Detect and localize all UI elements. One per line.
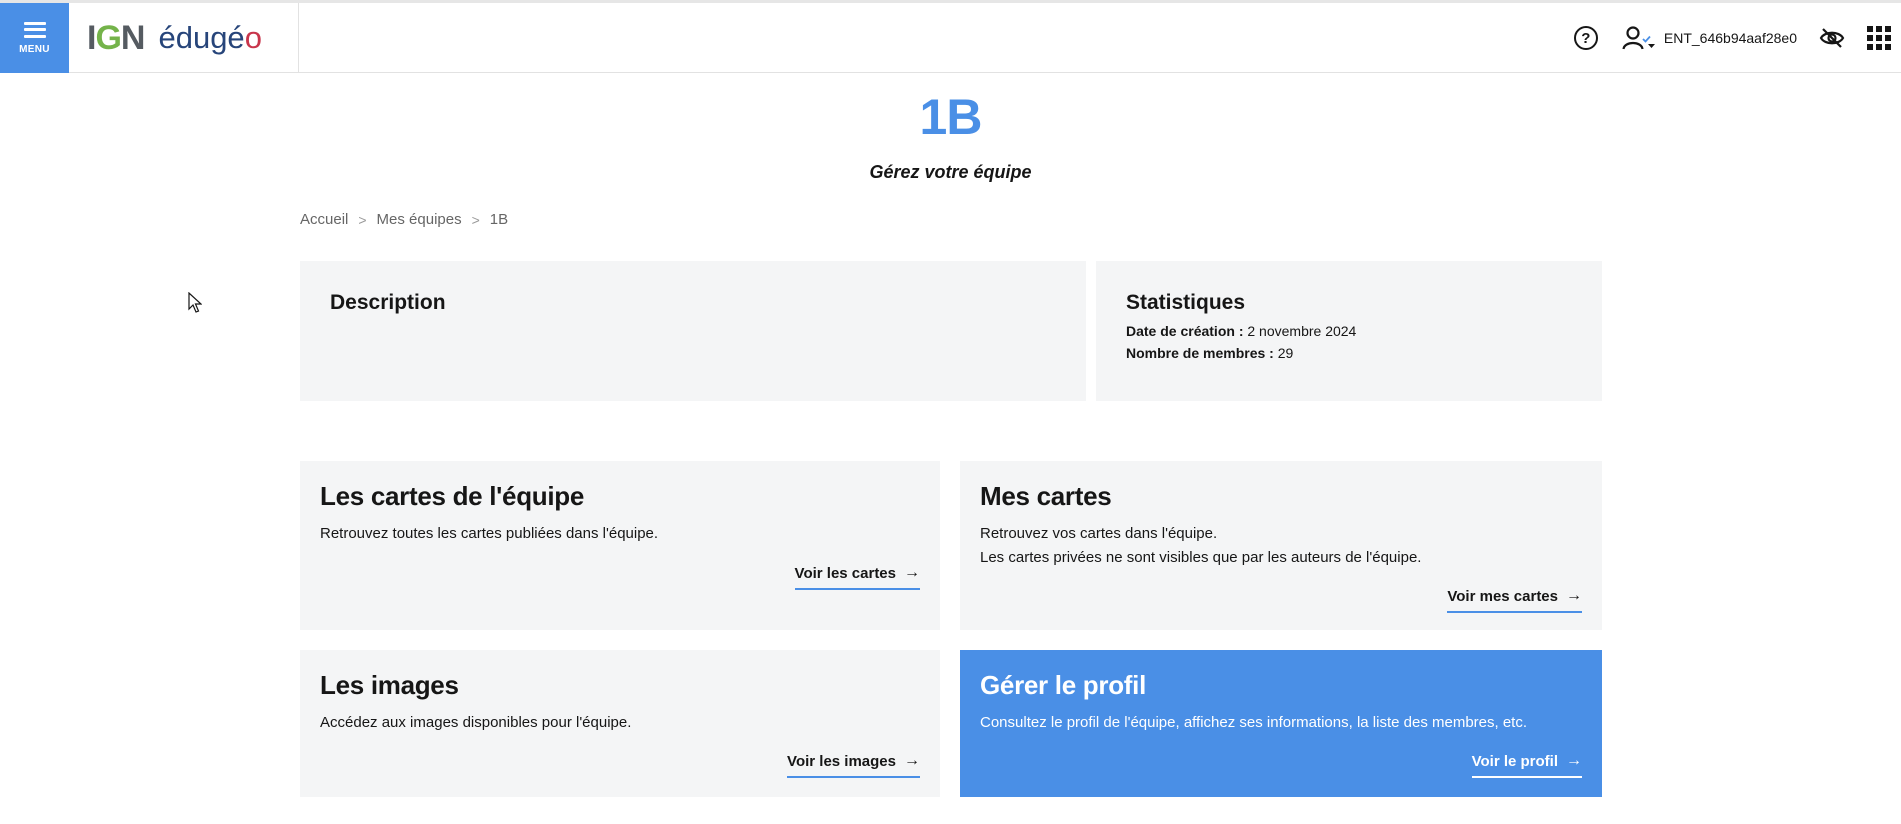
mouse-cursor-icon <box>188 292 202 313</box>
arrow-right-icon: → <box>904 564 920 581</box>
card-text: Accédez aux images disponibles pour l'éq… <box>320 714 632 731</box>
link-label: Voir les cartes <box>794 564 896 582</box>
members-count-value: 29 <box>1277 345 1294 361</box>
my-maps-card: Mes cartes Retrouvez vos cartes dans l'é… <box>960 461 1602 630</box>
members-count-row: Nombre de membres : 29 <box>1126 345 1572 361</box>
page-subtitle: Gérez votre équipe <box>869 162 1032 182</box>
card-text: Consultez le profil de l'équipe, affiche… <box>980 714 1528 731</box>
card-title: Les cartes de l'équipe <box>320 481 585 511</box>
arrow-right-icon: → <box>904 752 920 769</box>
images-card: Les images Accédez aux images disponible… <box>300 650 940 797</box>
card-title: Gérer le profil <box>980 670 1146 700</box>
view-my-maps-link[interactable]: Voir mes cartes → <box>1447 587 1582 613</box>
description-title: Description <box>330 291 446 314</box>
description-panel: Description <box>300 261 1086 401</box>
breadcrumb-home[interactable]: Accueil <box>300 211 348 228</box>
manage-profile-card: Gérer le profil Consultez le profil de l… <box>960 650 1602 797</box>
card-text: Retrouvez toutes les cartes publiées dan… <box>320 525 659 542</box>
eye-off-icon[interactable] <box>1819 27 1845 49</box>
user-name: ENT_646b94aaf28e0 <box>1663 30 1797 46</box>
card-title: Mes cartes <box>980 481 1112 511</box>
breadcrumb-current: 1B <box>489 211 509 228</box>
arrow-right-icon: → <box>1566 587 1582 604</box>
view-profile-link[interactable]: Voir le profil → <box>1471 752 1582 778</box>
edugeo-logo: édugéo <box>158 20 262 55</box>
card-title: Les images <box>320 670 459 700</box>
link-label: Voir mes cartes <box>1447 587 1558 605</box>
statistics-title: Statistiques <box>1126 291 1246 314</box>
card-text: Retrouvez vos cartes dans l'équipe. <box>980 525 1218 542</box>
breadcrumb-teams[interactable]: Mes équipes <box>377 211 462 228</box>
view-team-maps-link[interactable]: Voir les cartes → <box>794 564 920 590</box>
link-label: Voir le profil <box>1471 752 1558 770</box>
help-icon[interactable]: ? <box>1573 26 1598 50</box>
card-text-secondary: Les cartes privées ne sont visibles que … <box>980 549 1422 566</box>
user-menu[interactable]: ENT_646b94aaf28e0 <box>1622 25 1797 51</box>
statistics-panel: Statistiques Date de création : 2 novemb… <box>1096 261 1602 401</box>
creation-date-label: Date de création : <box>1126 323 1244 339</box>
menu-label: MENU <box>19 43 50 55</box>
top-header: MENU IGN édugéo ? ENT_646b94aaf28e0 <box>0 3 1901 73</box>
arrow-right-icon: → <box>1566 752 1582 769</box>
team-maps-card: Les cartes de l'équipe Retrouvez toutes … <box>300 461 940 630</box>
logo[interactable]: IGN édugéo <box>69 3 299 73</box>
view-images-link[interactable]: Voir les images → <box>787 752 920 778</box>
header-actions: ? ENT_646b94aaf28e0 <box>1573 3 1901 73</box>
menu-icon <box>23 21 46 38</box>
creation-date-row: Date de création : 2 novembre 2024 <box>1126 323 1572 339</box>
ign-logo: IGN <box>87 18 145 57</box>
link-label: Voir les images <box>787 752 896 770</box>
menu-button[interactable]: MENU <box>0 3 69 73</box>
apps-grid-icon[interactable] <box>1867 26 1891 50</box>
members-count-label: Nombre de membres : <box>1126 345 1274 361</box>
user-icon <box>1622 26 1655 50</box>
chevron-right-icon: > <box>471 211 480 228</box>
creation-date-value: 2 novembre 2024 <box>1247 323 1357 339</box>
chevron-right-icon: > <box>358 211 367 228</box>
breadcrumb: Accueil > Mes équipes > 1B <box>300 211 508 228</box>
page-title: 1B <box>919 89 983 145</box>
